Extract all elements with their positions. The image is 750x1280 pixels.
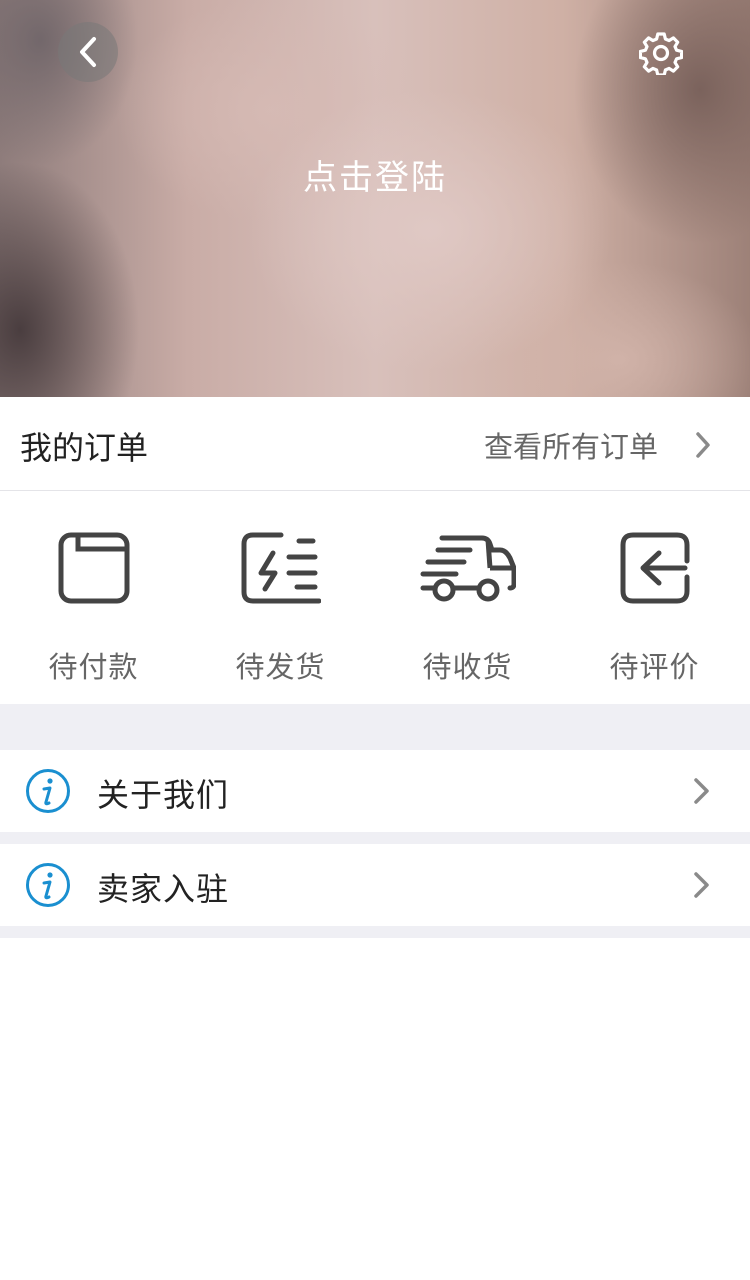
menu-item-seller-onboarding[interactable]: 卖家入驻 xyxy=(0,844,750,926)
menu-item-label: 关于我们 xyxy=(97,776,230,814)
status-pending-receipt[interactable]: 待收货 xyxy=(374,492,561,704)
status-label: 待收货 xyxy=(422,650,513,684)
status-label: 待付款 xyxy=(48,650,139,684)
gear-icon xyxy=(639,32,683,75)
delivery-truck-icon xyxy=(418,530,518,606)
orders-section-header: 我的订单 查看所有订单 xyxy=(0,397,750,491)
chevron-left-icon xyxy=(80,37,96,67)
status-pending-shipment[interactable]: 待发货 xyxy=(187,492,374,704)
review-return-icon xyxy=(605,530,705,606)
view-all-orders-link[interactable]: 查看所有订单 xyxy=(484,425,712,465)
section-separator xyxy=(0,926,750,938)
info-icon xyxy=(26,769,70,813)
profile-header: 点击登陆 xyxy=(0,0,750,397)
status-pending-payment[interactable]: 待付款 xyxy=(0,492,187,704)
info-icon xyxy=(26,863,70,907)
chevron-right-icon xyxy=(696,432,710,458)
status-label: 待评价 xyxy=(609,650,700,684)
status-label: 待发货 xyxy=(235,650,326,684)
menu-item-label: 卖家入驻 xyxy=(97,870,230,908)
section-separator xyxy=(0,832,750,844)
chevron-right-icon xyxy=(694,778,709,804)
profile-page: 点击登陆 我的订单 查看所有订单 待付款 待发货 待收货 待评价 关于我们 卖家… xyxy=(0,0,750,1280)
section-separator xyxy=(0,704,750,750)
view-all-orders-label: 查看所有订单 xyxy=(483,430,658,464)
login-prompt[interactable]: 点击登陆 xyxy=(0,150,750,199)
order-status-row: 待付款 待发货 待收货 待评价 xyxy=(0,492,750,704)
orders-title: 我的订单 xyxy=(20,429,149,467)
shipment-icon xyxy=(231,530,331,606)
status-pending-review[interactable]: 待评价 xyxy=(561,492,748,704)
back-button[interactable] xyxy=(58,22,118,82)
menu-item-about-us[interactable]: 关于我们 xyxy=(0,750,750,832)
settings-button[interactable] xyxy=(638,30,684,76)
chevron-right-icon xyxy=(694,872,709,898)
wallet-icon xyxy=(44,530,144,606)
